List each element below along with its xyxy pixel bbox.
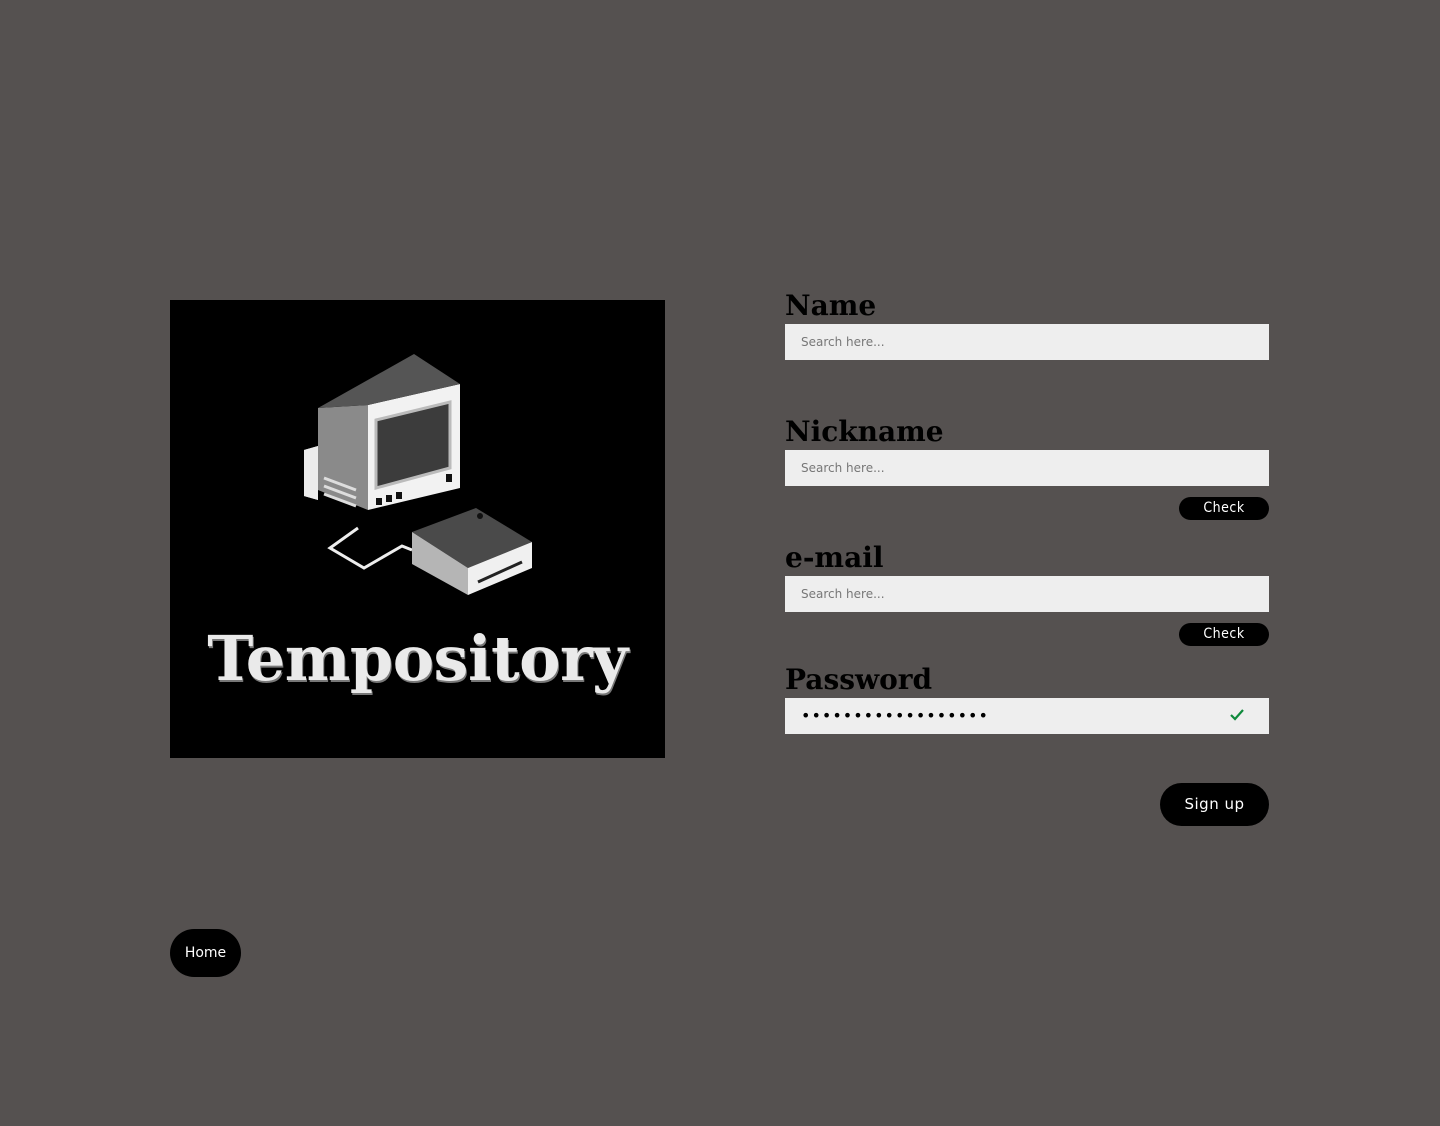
- brand-title: Tempository: [207, 622, 628, 695]
- email-check-button[interactable]: Check: [1179, 623, 1269, 646]
- name-input[interactable]: [785, 324, 1269, 360]
- checkmark-icon: [1230, 709, 1244, 721]
- computer-icon: [304, 354, 532, 595]
- signup-button[interactable]: Sign up: [1160, 783, 1269, 826]
- password-label: Password: [785, 663, 933, 696]
- nickname-label: Nickname: [785, 415, 944, 448]
- name-label: Name: [785, 289, 877, 322]
- email-label: e-mail: [785, 541, 884, 574]
- password-value: ••••••••••••••••••: [801, 706, 989, 725]
- home-button[interactable]: Home: [170, 929, 241, 977]
- logo: Tempository: [170, 300, 665, 758]
- nickname-check-button[interactable]: Check: [1179, 497, 1269, 520]
- nickname-input[interactable]: [785, 450, 1269, 486]
- password-input[interactable]: ••••••••••••••••••: [785, 698, 1269, 734]
- email-input[interactable]: [785, 576, 1269, 612]
